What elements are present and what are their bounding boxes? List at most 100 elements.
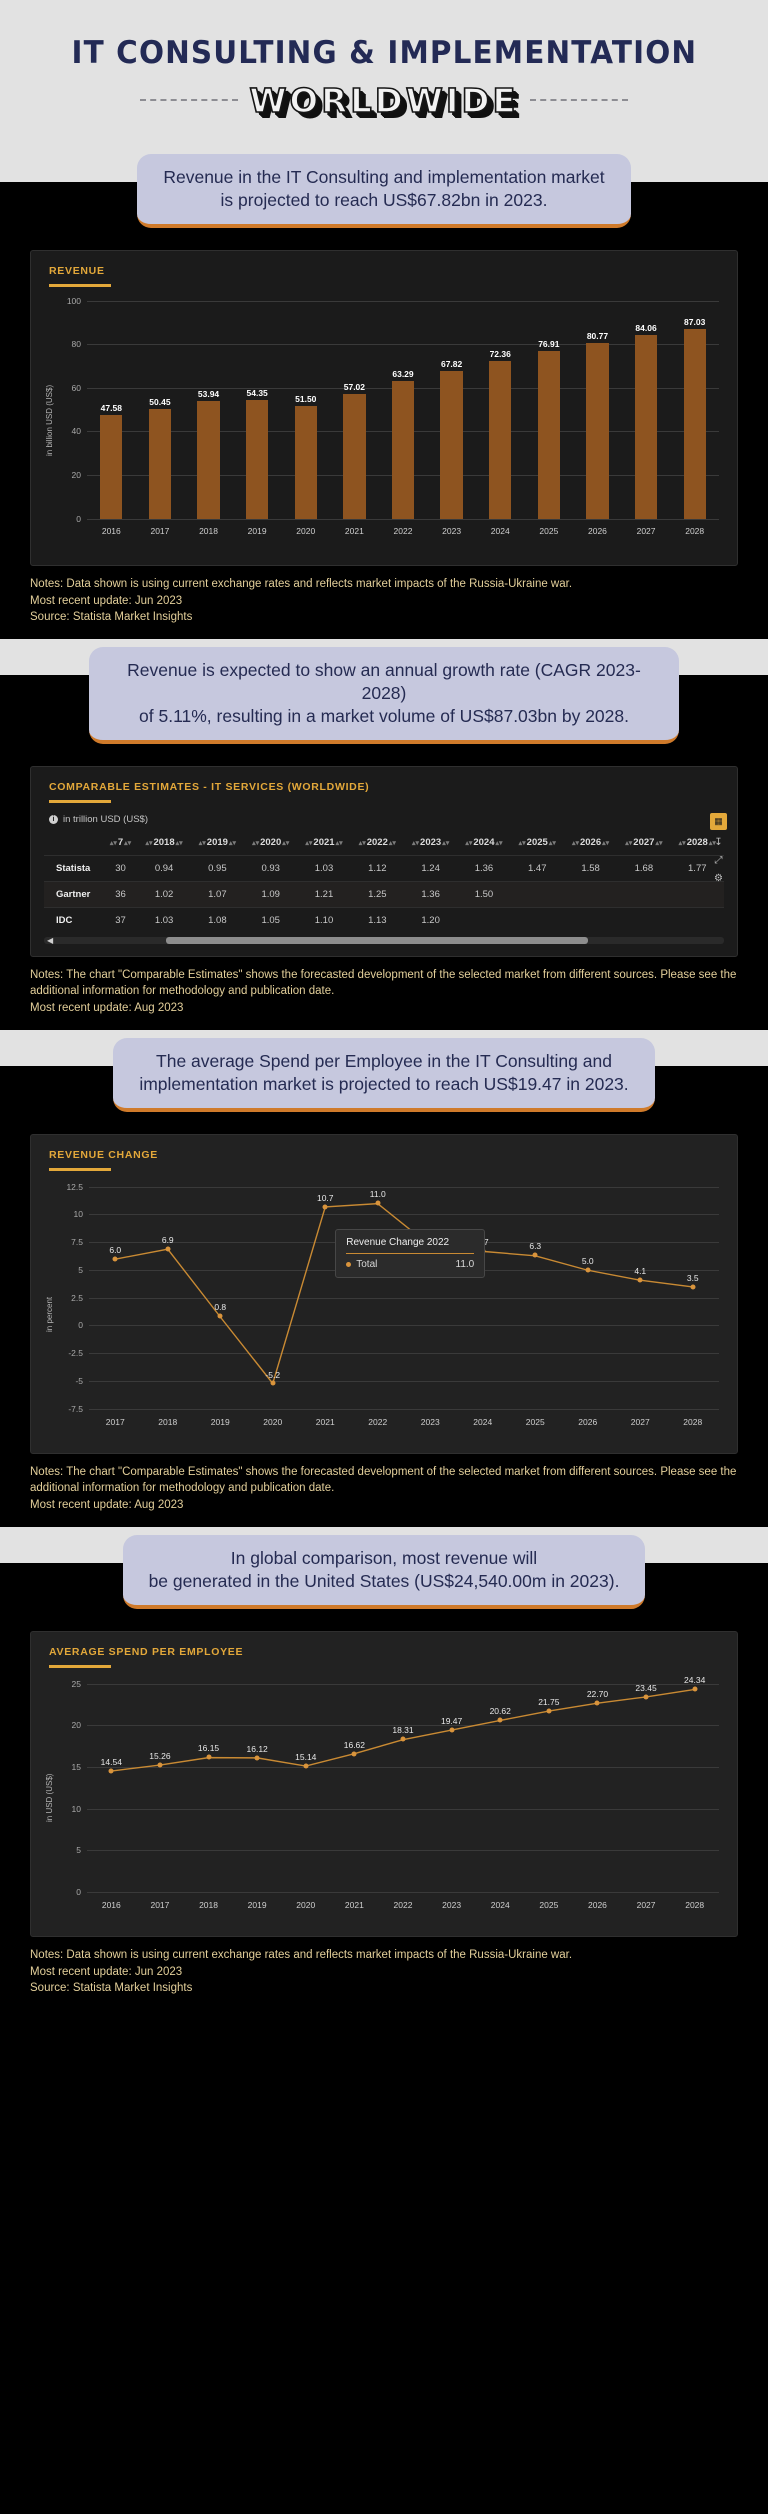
table-col-header-2018[interactable]: ▴▾2018▴▾ (137, 833, 190, 856)
table-cell: 1.36 (457, 854, 511, 882)
download-icon[interactable]: ↧ (714, 837, 722, 848)
sort-icon[interactable]: ▴▾ (176, 840, 183, 847)
sort-icon[interactable]: ▴▾ (282, 840, 289, 847)
data-point (112, 1256, 118, 1262)
sort-icon[interactable]: ▴▾ (359, 840, 366, 847)
sort-icon[interactable]: ▴▾ (602, 840, 609, 847)
note-line: Source: Statista Market Insights (30, 610, 193, 623)
x-axis-tick-label: 2020 (296, 525, 316, 536)
sort-icon[interactable]: ▴▾ (465, 840, 472, 847)
sort-icon[interactable]: ▴▾ (679, 840, 686, 847)
x-axis-tick-label: 2019 (210, 1416, 230, 1427)
data-point-label: 16.12 (246, 1743, 268, 1754)
sort-icon[interactable]: ▴▾ (229, 840, 236, 847)
bar-value-label: 54.35 (246, 388, 268, 399)
table-cell: 1.12 (350, 854, 404, 882)
table-row-label: Statista (44, 854, 104, 882)
table-col-header-2022[interactable]: ▴▾2022▴▾ (351, 833, 404, 856)
table-col-header-2021[interactable]: ▴▾2021▴▾ (297, 833, 350, 856)
data-point (375, 1200, 381, 1206)
table-cell (457, 906, 511, 933)
table-cell: 30 (103, 854, 138, 882)
data-point (585, 1267, 591, 1273)
table-col-header-2020[interactable]: ▴▾2020▴▾ (244, 833, 297, 856)
x-axis-tick-label: 2027 (630, 1416, 650, 1427)
table-col-header-name[interactable] (44, 833, 104, 856)
note-line: Source: Statista Market Insights (30, 1981, 193, 1994)
table-col-header-2027[interactable]: ▴▾2027▴▾ (617, 833, 670, 856)
table-cell (510, 880, 564, 908)
table-row-label: IDC (44, 906, 104, 933)
gridline (87, 300, 719, 302)
table-cell (563, 880, 618, 908)
sort-icon[interactable]: ▴▾ (389, 840, 396, 847)
line-chart-revenue-change: -7.5 -5 -2.5 0 2.5 5 7.5 10 12.5 in percent 6.0 201… (31, 1171, 737, 1437)
note-line: Most recent update: Jun 2023 (30, 594, 183, 607)
callout-spend: The average Spend per Employee in the IT… (113, 1037, 655, 1113)
table-cell: 36 (103, 880, 138, 908)
bar-chart-revenue: 0 20 40 60 80 100 in billion USD (US$) 47.58 201… (31, 287, 737, 549)
sort-icon[interactable]: ▴▾ (549, 840, 556, 847)
panel-title-estimates: COMPARABLE ESTIMATES - IT SERVICES (WORL… (49, 781, 370, 794)
scroll-left-arrow[interactable]: ◀ (47, 936, 53, 945)
sort-icon[interactable]: ▴▾ (336, 840, 343, 847)
bar-value-label: 51.50 (295, 394, 317, 405)
x-axis-tick-label: 2018 (199, 525, 218, 536)
table-cell: 0.95 (190, 854, 245, 882)
settings-icon[interactable]: ⚙ (714, 873, 723, 884)
expand-icon[interactable]: ⤢ (715, 855, 723, 866)
table-col-header-2025[interactable]: ▴▾2025▴▾ (511, 833, 564, 856)
bar-value-label: 84.06 (635, 323, 657, 334)
table-cell: 1.10 (297, 906, 351, 933)
sort-icon[interactable]: ▴▾ (625, 840, 632, 847)
bar (391, 380, 415, 519)
table-cell (617, 906, 671, 933)
sort-icon[interactable]: ▴▾ (199, 840, 206, 847)
sort-icon[interactable]: ▴▾ (305, 840, 312, 847)
table-toolbar[interactable]: ▦ ↧ ⤢ ⚙ (710, 813, 727, 884)
sort-icon[interactable]: ▴▾ (519, 840, 526, 847)
table-cell: 1.03 (137, 906, 191, 933)
data-point (643, 1694, 649, 1700)
table-col-header-2024[interactable]: ▴▾2024▴▾ (457, 833, 510, 856)
x-axis-tick-label: 2023 (442, 525, 462, 536)
table-cell: 1.68 (617, 854, 671, 882)
table-col-header-2026[interactable]: ▴▾2026▴▾ (564, 833, 617, 856)
data-point (400, 1736, 406, 1742)
sort-icon[interactable]: ▴▾ (252, 840, 259, 847)
chart-panel-revenue-change: REVENUE CHANGE -7.5 -5 -2.5 0 2.5 5 7.5 10 12.5 i… (30, 1134, 738, 1455)
table-col-header-2023[interactable]: ▴▾2023▴▾ (404, 833, 457, 856)
chart-type-icon[interactable]: ▦ (710, 813, 727, 831)
sort-icon[interactable]: ▴▾ (655, 840, 662, 847)
data-point (165, 1246, 171, 1252)
sort-icon[interactable]: ▴▾ (572, 840, 579, 847)
sort-icon[interactable]: ▴▾ (124, 840, 131, 847)
note-line: Notes: The chart "Comparable Estimates" … (30, 1466, 737, 1495)
table-col-header-7[interactable]: ▴▾7▴▾ (104, 833, 138, 856)
data-point-label: 15.14 (295, 1751, 317, 1762)
sort-icon[interactable]: ▴▾ (442, 840, 449, 847)
horizontal-scrollbar[interactable]: ◀ (44, 936, 724, 945)
bar (586, 342, 609, 519)
note-line: Most recent update: Aug 2023 (30, 1498, 184, 1511)
table-col-header-2019[interactable]: ▴▾2019▴▾ (191, 833, 244, 856)
bar-value-label: 47.58 (100, 402, 122, 413)
x-axis-tick-label: 2025 (539, 1899, 559, 1910)
callout-cagr: Revenue is expected to show an annual gr… (89, 647, 679, 745)
sort-icon[interactable]: ▴▾ (412, 840, 419, 847)
x-axis-tick-label: 2023 (442, 1899, 462, 1910)
data-point-label: 21.75 (538, 1696, 560, 1707)
info-icon[interactable]: i (49, 814, 58, 824)
chart-tooltip: Revenue Change 2022 Total 11.0 (335, 1228, 486, 1278)
bar (683, 328, 706, 519)
table-cell: 1.25 (350, 880, 404, 908)
data-point (206, 1754, 212, 1760)
table-cell: 0.93 (244, 854, 298, 882)
sort-icon[interactable]: ▴▾ (496, 840, 503, 847)
sort-icon[interactable]: ▴▾ (145, 840, 152, 847)
data-point (497, 1717, 503, 1723)
sort-icon[interactable]: ▴▾ (110, 840, 117, 847)
scrollbar-thumb[interactable] (166, 936, 588, 944)
notes-revenue-change: Notes: The chart "Comparable Estimates" … (0, 1454, 768, 1527)
x-axis-tick-label: 2024 (473, 1416, 493, 1427)
